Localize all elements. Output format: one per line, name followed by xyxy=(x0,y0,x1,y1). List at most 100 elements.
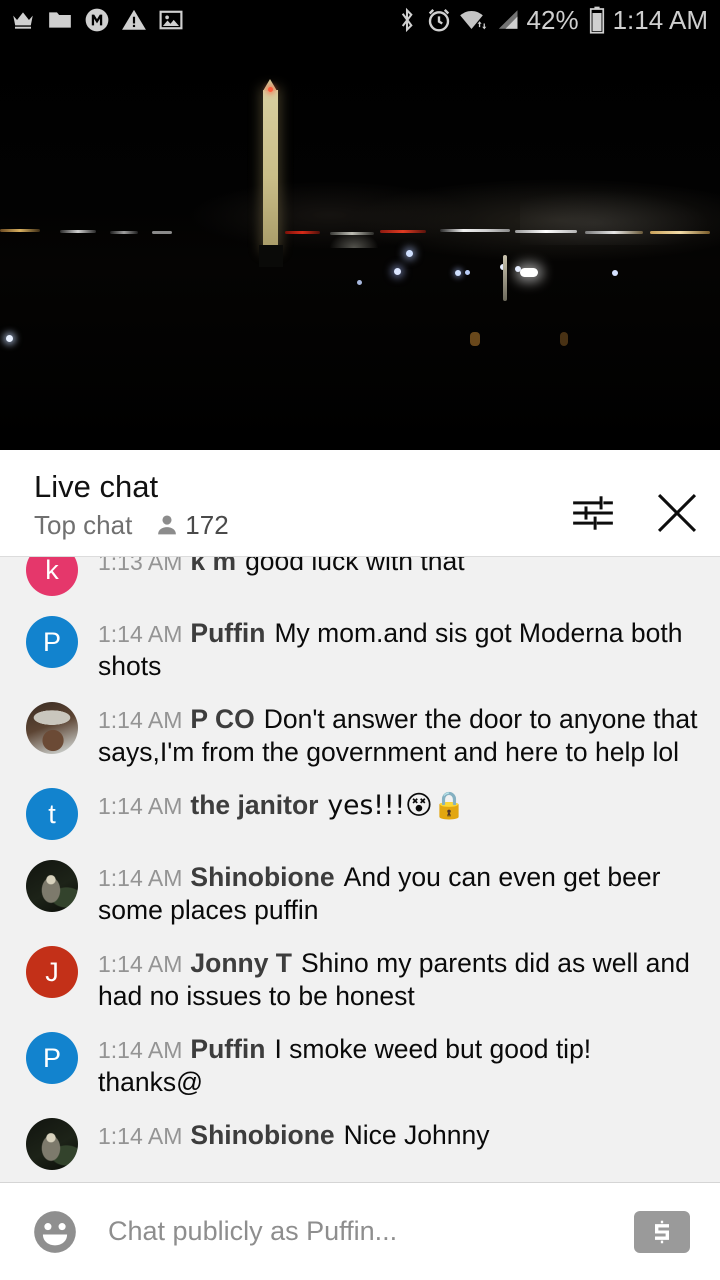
status-bar-notification-icons xyxy=(10,7,184,33)
tune-sliders-icon xyxy=(573,496,613,530)
alarm-icon xyxy=(428,8,449,32)
wifi-icon xyxy=(459,11,486,30)
avatar[interactable]: t xyxy=(26,788,78,840)
chat-message[interactable]: k 1:13 AM k m good luck with that xyxy=(0,556,720,605)
message-author[interactable]: the janitor xyxy=(190,790,318,820)
message-author[interactable]: Puffin xyxy=(190,618,265,648)
emoji-picker-button[interactable] xyxy=(28,1205,82,1259)
chat-mode-label[interactable]: Top chat xyxy=(34,510,132,540)
close-x-icon xyxy=(657,493,697,533)
avatar-initial: t xyxy=(48,798,56,829)
message-author[interactable]: k m xyxy=(190,557,236,576)
status-bar-system-icons: 42% 1:14 AM xyxy=(395,5,708,36)
light-point xyxy=(455,270,461,276)
avatar-initial: J xyxy=(45,956,59,987)
clock-label: 1:14 AM xyxy=(612,4,708,35)
avatar-initial: P xyxy=(42,1042,61,1073)
youtube-live-chat-screen: 42% 1:14 AM Live chat Top chat 172 k 1:1… xyxy=(0,0,720,1280)
avatar[interactable] xyxy=(26,1118,78,1170)
message-timestamp: 1:14 AM xyxy=(98,793,183,819)
bluetooth-icon xyxy=(401,7,413,33)
chat-message-body: 1:14 AM Shinobione Nice Johnny xyxy=(98,1116,489,1152)
chat-settings-button[interactable] xyxy=(570,490,616,536)
message-text: Shino my parents did as well and had no … xyxy=(98,948,690,1011)
light-point xyxy=(394,268,401,275)
crown-icon xyxy=(13,12,33,29)
message-text: My mom.and sis got Moderna both shots xyxy=(98,618,683,681)
m-circle-icon xyxy=(85,8,109,32)
avatar[interactable] xyxy=(26,702,78,754)
message-author[interactable]: P CO xyxy=(190,704,254,734)
image-icon xyxy=(159,10,183,30)
message-text: good luck with that xyxy=(245,556,465,576)
status-bar: 42% 1:14 AM xyxy=(0,0,720,40)
folder-icon xyxy=(49,12,71,28)
light-point xyxy=(560,332,568,346)
avatar[interactable] xyxy=(26,860,78,912)
message-author[interactable]: Jonny T xyxy=(190,948,292,978)
chat-message-body: 1:14 AM the janitor yes!!!😵🔒 xyxy=(98,786,466,822)
message-author[interactable]: Shinobione xyxy=(190,862,334,892)
message-timestamp: 1:14 AM xyxy=(98,865,183,891)
chat-message-body: 1:14 AM Jonny T Shino my parents did as we… xyxy=(98,944,702,1012)
smiley-face-icon xyxy=(34,1210,76,1253)
chat-message-body: 1:14 AM Shinobione And you can even get be… xyxy=(98,858,702,926)
light-point xyxy=(503,255,507,301)
chat-input-bar xyxy=(0,1182,720,1280)
chat-message[interactable]: 1:14 AM Shinobione And you can even get be… xyxy=(0,849,720,935)
light-point xyxy=(406,250,413,257)
cell-signal-icon xyxy=(498,10,518,29)
light-point xyxy=(612,270,618,276)
chat-message-body: 1:14 AM Puffin My mom.and sis got Moderna … xyxy=(98,614,702,682)
light-point xyxy=(520,268,538,277)
chat-input-field[interactable] xyxy=(108,1216,634,1247)
message-timestamp: 1:14 AM xyxy=(98,951,183,977)
live-chat-header-actions xyxy=(570,490,700,536)
message-text: yes!!!😵🔒 xyxy=(327,790,466,821)
message-author[interactable]: Puffin xyxy=(190,1034,265,1064)
person-icon xyxy=(158,515,177,535)
battery-percent-label: 42% xyxy=(526,4,579,35)
message-author[interactable]: Shinobione xyxy=(190,1120,334,1150)
close-chat-button[interactable] xyxy=(654,490,700,536)
viewer-count-label: 172 xyxy=(185,510,229,540)
chat-message-body: 1:14 AM P CO Don't answer the door to anyo… xyxy=(98,700,702,768)
avatar-initial: P xyxy=(42,626,61,657)
message-timestamp: 1:14 AM xyxy=(98,621,183,647)
avatar[interactable]: J xyxy=(26,946,78,998)
live-chat-header: Live chat Top chat 172 xyxy=(0,456,720,556)
avatar-initial: k xyxy=(45,556,59,585)
light-point xyxy=(465,270,470,275)
message-text: And you can even get beer some places pu… xyxy=(98,862,661,925)
light-point xyxy=(357,280,362,285)
message-timestamp: 1:14 AM xyxy=(98,707,183,733)
dollar-sign-icon xyxy=(655,1220,669,1243)
avatar[interactable]: k xyxy=(26,556,78,596)
avatar[interactable]: P xyxy=(26,616,78,668)
live-chat-title: Live chat xyxy=(34,469,159,504)
battery-icon xyxy=(589,6,604,34)
live-chat-header-texts: Live chat Top chat 172 xyxy=(34,468,570,540)
chat-message-list[interactable]: k 1:13 AM k m good luck with that P 1:14 A… xyxy=(0,556,720,1182)
message-text: Nice Johnny xyxy=(343,1120,490,1150)
light-point xyxy=(6,335,13,342)
live-chat-subheader: Top chat 172 xyxy=(34,510,570,540)
chat-message[interactable]: 1:14 AM P CO Don't answer the door to anyo… xyxy=(0,691,720,777)
message-text: Don't answer the door to anyone that say… xyxy=(98,704,698,767)
chat-message[interactable]: P 1:14 AM Puffin I smoke weed but good tip… xyxy=(0,1021,720,1107)
warning-triangle-icon xyxy=(122,9,146,30)
chat-message[interactable]: 1:14 AM Shinobione Nice Johnny xyxy=(0,1107,720,1179)
monument-tip-light xyxy=(268,87,273,92)
chat-message[interactable]: t 1:14 AM the janitor yes!!!😵🔒 xyxy=(0,777,720,849)
chat-message-body: 1:13 AM k m good luck with that xyxy=(98,556,465,578)
city-skyline-lights xyxy=(0,226,720,240)
chat-message[interactable]: J 1:14 AM Jonny T Shino my parents did as … xyxy=(0,935,720,1021)
light-point xyxy=(470,332,480,346)
message-timestamp: 1:14 AM xyxy=(98,1123,183,1149)
avatar[interactable]: P xyxy=(26,1032,78,1084)
monument-base-shadow xyxy=(259,245,283,267)
chat-message[interactable]: P 1:14 AM Puffin My mom.and sis got Modern… xyxy=(0,605,720,691)
video-player[interactable] xyxy=(0,40,720,450)
super-chat-button[interactable] xyxy=(634,1210,690,1253)
message-timestamp: 1:14 AM xyxy=(98,1037,183,1063)
